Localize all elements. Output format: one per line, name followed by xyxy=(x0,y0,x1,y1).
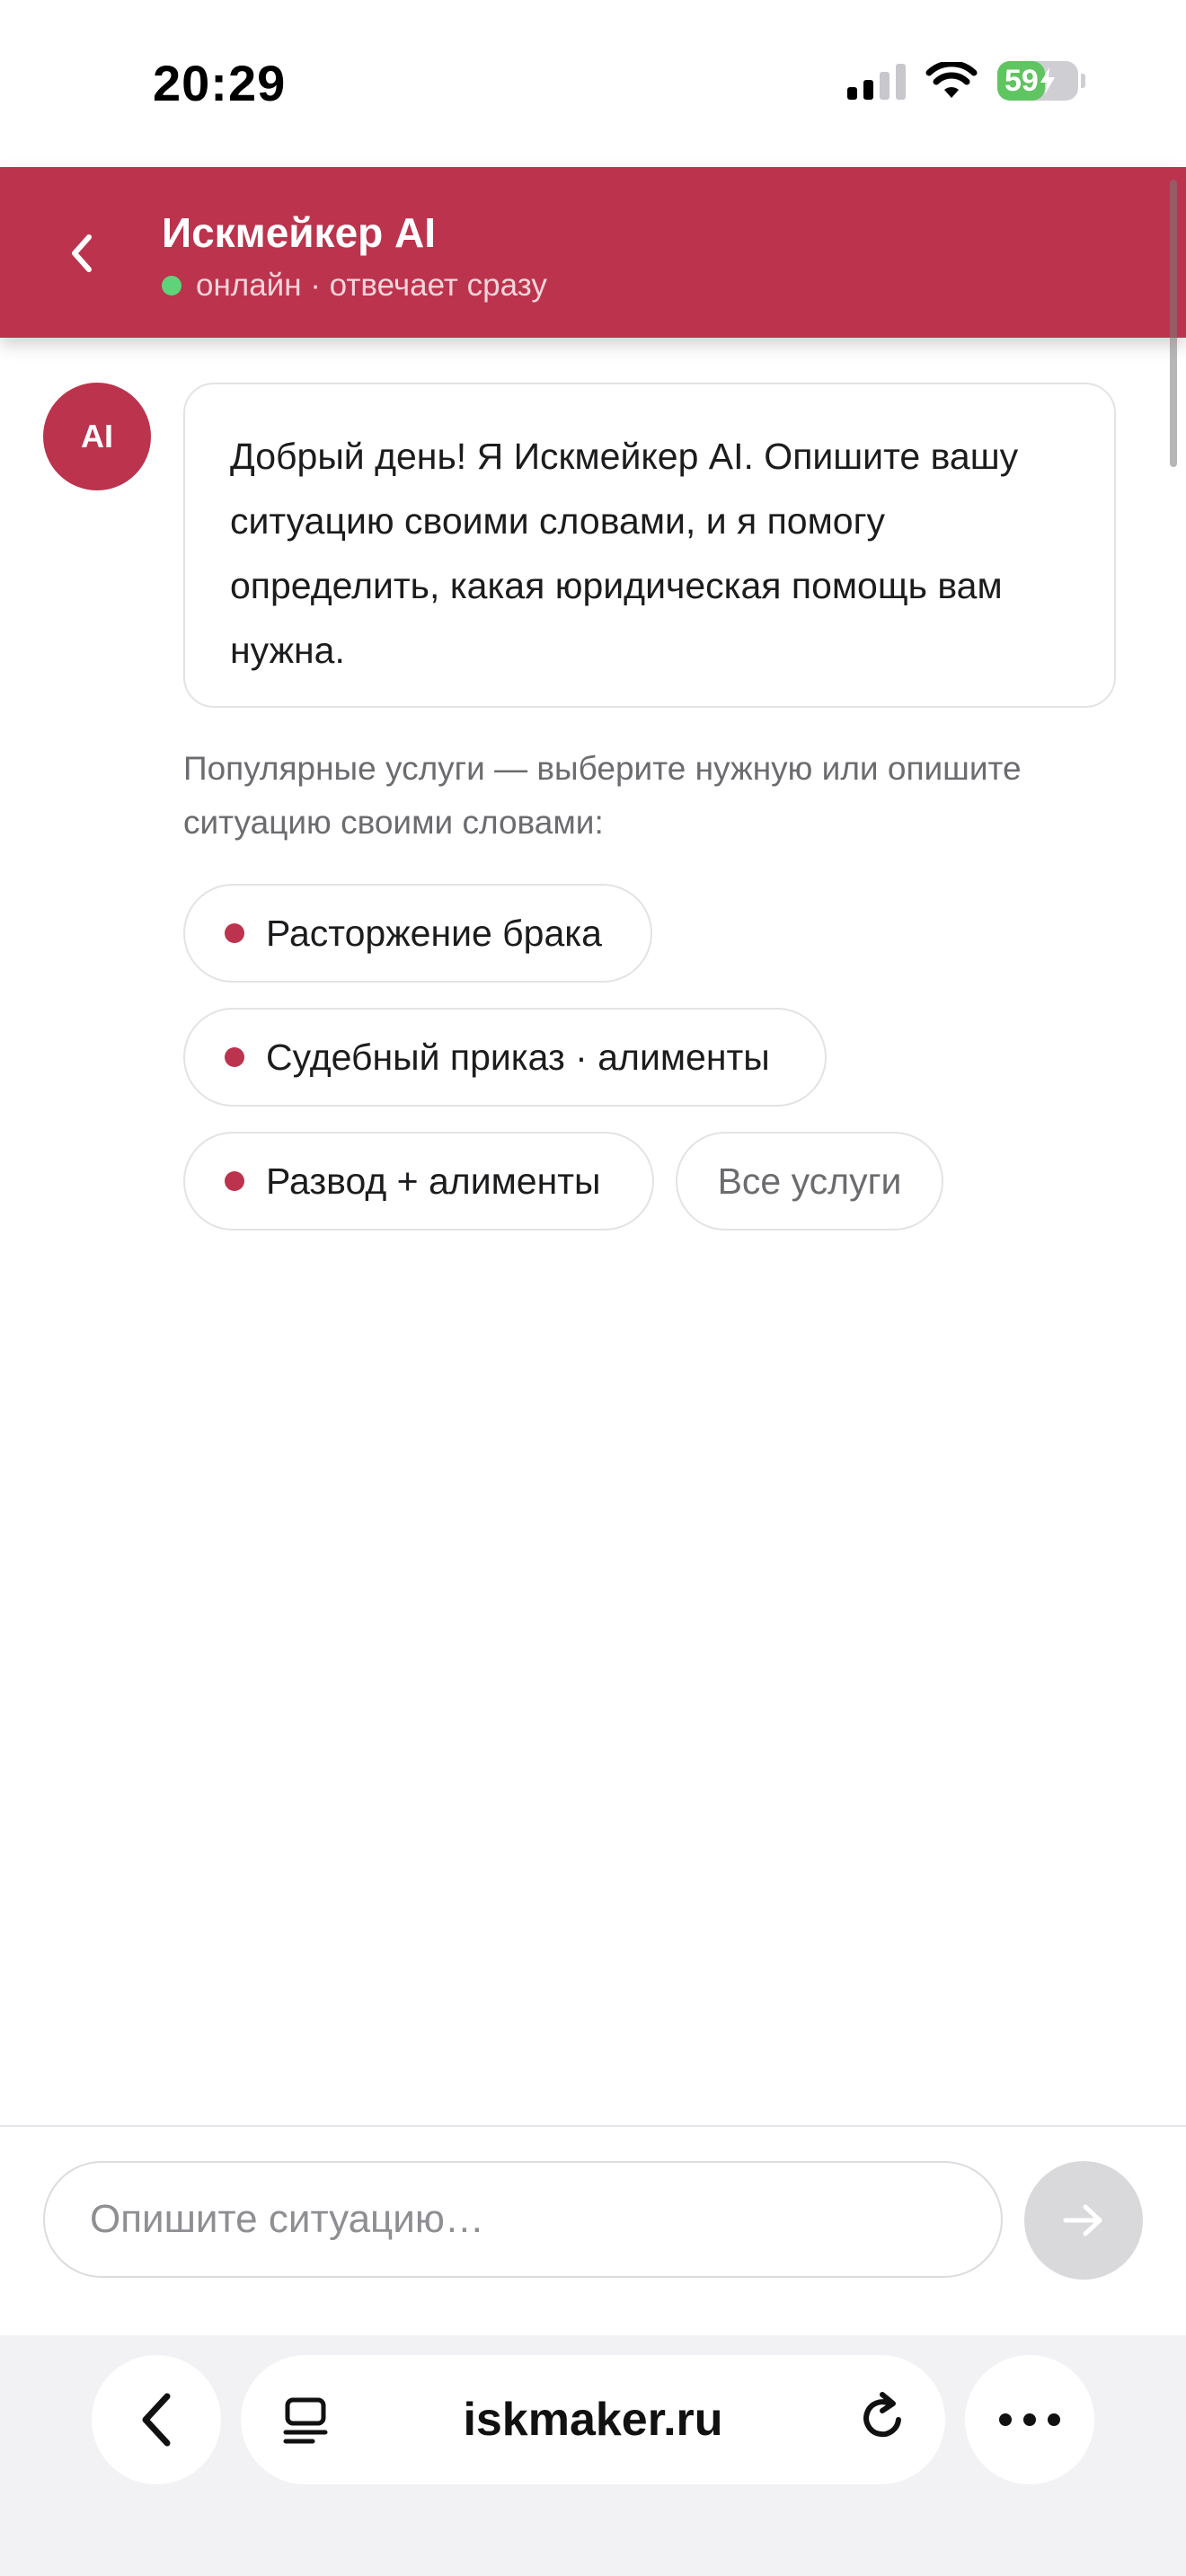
bullet-dot-icon xyxy=(225,1171,244,1191)
battery-indicator: 59 xyxy=(997,61,1085,101)
browser-more-button[interactable] xyxy=(965,2355,1094,2484)
chevron-left-icon xyxy=(72,234,92,272)
reload-icon[interactable] xyxy=(855,2391,909,2445)
online-status-text: онлайн · отвечает сразу xyxy=(196,268,547,303)
bullet-dot-icon xyxy=(225,923,244,943)
wifi-icon xyxy=(925,62,978,98)
all-services-chip[interactable]: Все услуги xyxy=(676,1132,943,1231)
more-icon xyxy=(999,2413,1060,2426)
cellular-signal-icon xyxy=(847,62,906,100)
back-button[interactable] xyxy=(54,217,108,289)
send-button[interactable] xyxy=(1024,2161,1143,2280)
input-divider xyxy=(0,2125,1186,2127)
service-chip-label: Судебный приказ · алименты xyxy=(266,1036,770,1078)
url-text: iskmaker.ru xyxy=(463,2394,723,2446)
avatar: AI xyxy=(43,383,151,490)
status-icons: 59 xyxy=(847,61,1085,101)
chevron-left-icon xyxy=(142,2393,171,2447)
service-chip-label: Развод + алименты xyxy=(266,1160,601,1202)
arrow-right-icon xyxy=(1063,2204,1102,2236)
chat-header: Искмейкер AI онлайн · отвечает сразу xyxy=(0,167,1186,338)
status-bar: 20:29 59 xyxy=(0,0,1186,167)
browser-back-button[interactable] xyxy=(92,2355,221,2484)
scroll-indicator[interactable] xyxy=(1170,180,1177,467)
charging-bolt-icon xyxy=(1040,67,1055,94)
battery-cap xyxy=(1081,74,1085,88)
all-services-label: Все услуги xyxy=(717,1160,902,1202)
service-chip-divorce[interactable]: Расторжение брака xyxy=(183,884,652,983)
service-chip-label: Расторжение брака xyxy=(266,912,602,954)
battery-percent: 59 xyxy=(1005,63,1039,98)
online-dot-icon xyxy=(162,276,181,296)
message-input[interactable]: Опишите ситуацию… xyxy=(43,2161,1003,2278)
address-bar[interactable]: iskmaker.ru xyxy=(241,2355,945,2484)
chat-title: Искмейкер AI xyxy=(162,209,437,256)
services-hint: Популярные услуги — выберите нужную или … xyxy=(183,750,1022,841)
bullet-dot-icon xyxy=(225,1047,244,1067)
status-time: 20:29 xyxy=(153,55,287,111)
service-chip-divorce-alimony[interactable]: Развод + алименты xyxy=(183,1132,654,1231)
online-status: онлайн · отвечает сразу xyxy=(162,268,547,304)
service-chip-court-order-alimony[interactable]: Судебный приказ · алименты xyxy=(183,1008,827,1107)
assistant-message-bubble: Добрый день! Я Искмейкер AI. Опишите ваш… xyxy=(183,383,1116,708)
